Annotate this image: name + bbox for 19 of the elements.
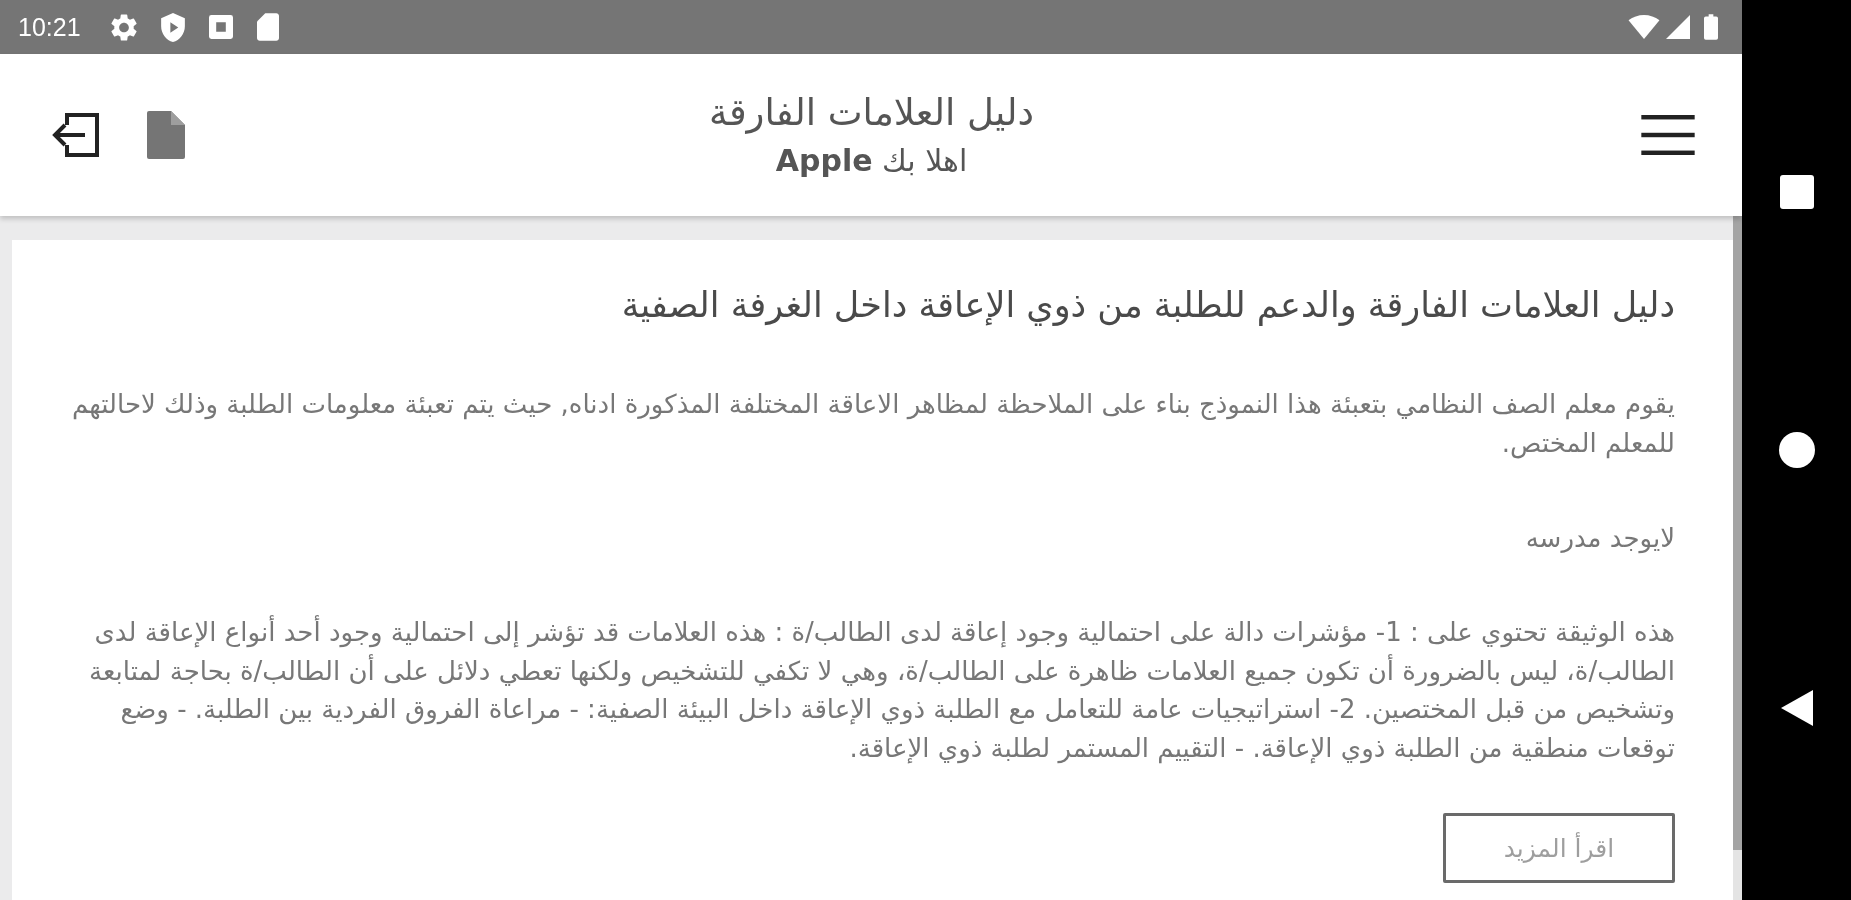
status-time: 10:21 (18, 12, 81, 42)
wifi-icon (1628, 15, 1660, 39)
sd-card-icon (256, 13, 279, 41)
back-icon[interactable] (1780, 690, 1813, 726)
battery-icon (1704, 14, 1718, 40)
home-icon[interactable] (1778, 432, 1815, 468)
shield-play-icon (160, 12, 185, 42)
read-more-button[interactable]: اقرأ المزيد (1443, 813, 1675, 883)
menu-icon[interactable] (1640, 115, 1696, 155)
overview-icon[interactable] (1779, 175, 1814, 209)
description-paragraph: هذه الوثيقة تحتوي على : 1- مؤشرات دالة على احتمالية وجود إعاقة لدى الطالب/ة : هذه العلامات قد تؤشر إلى احتمالية وجود أحد أنواع الإعاقة لدى الطالب/ة، ليس بالضرورة أن تكون جميع العلامات ظاهرة على الطالب/ة، وهي لا تكفي للتشخيص ولكنها تعطي دلائل على أن الطالب/ة بحاجة لمتابعة وتشخيص من قبل المختصين. 2- استراتيجيات عامة للتعامل مع الطلبة ذوي الإعاقة داخل البيئة الصفية: - مراعاة الفروق الفردية بين الطلبة. - وضع توقعات منطقية من الطلبة ذوي الإعاقة. - التقييم المستمر لطلبة ذوي الإعاقة. (88, 614, 1675, 766)
square-notification-icon (208, 15, 233, 39)
signal-icon (1666, 15, 1690, 39)
school-note: لايوجد مدرسه (1524, 522, 1675, 556)
app-title: دليل العلامات الفارقة (709, 90, 1034, 136)
document-icon[interactable] (147, 111, 185, 159)
guide-title: دليل العلامات الفارقة والدعم للطلبة من ذوي الإعاقة داخل الغرفة الصفية (620, 284, 1675, 328)
settings-icon (110, 13, 137, 41)
intro-paragraph: يقوم معلم الصف النظامي بتعبئة هذا النموذج بناء على الملاحظة لمظاهر الاعاقة المختلفة المذكورة ادناه, حيث يتم تعبئة معلومات الطلبة وذلك لاحالتهم للمعلم المختص. (70, 388, 1675, 461)
